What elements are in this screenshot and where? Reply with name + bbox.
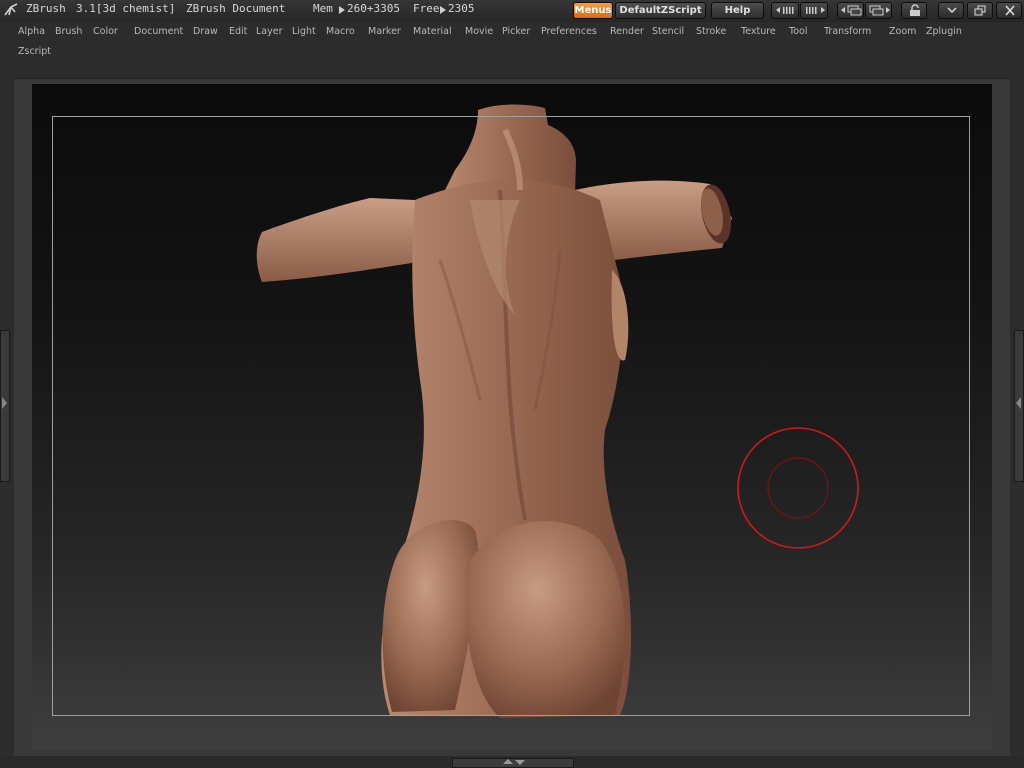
menu-document[interactable]: Document — [134, 26, 183, 37]
menu-stencil[interactable]: Stencil — [652, 26, 684, 37]
main-menu-bar: Alpha Brush Color Document Draw Edit Lay… — [0, 22, 1024, 78]
mem-label: Mem — [313, 2, 333, 15]
menu-marker[interactable]: Marker — [368, 26, 401, 37]
lock-button[interactable] — [901, 2, 927, 19]
left-tray-handle[interactable] — [0, 330, 10, 482]
zbrush-logo-icon — [4, 3, 18, 16]
menu-zplugin[interactable]: Zplugin — [926, 26, 962, 37]
triangle-right-icon — [2, 397, 7, 409]
mem-value: 260+3305 — [347, 2, 400, 15]
menu-draw[interactable]: Draw — [193, 26, 218, 37]
lock-icon — [910, 4, 920, 16]
tray-shrink-icon — [776, 7, 794, 14]
menu-edit[interactable]: Edit — [229, 26, 247, 37]
menu-movie[interactable]: Movie — [465, 26, 493, 37]
menu-material[interactable]: Material — [413, 26, 452, 37]
default-zscript-button[interactable]: DefaultZScript — [615, 2, 706, 19]
menu-color[interactable]: Color — [93, 26, 118, 37]
bottom-tray-handle[interactable] — [452, 758, 574, 768]
maximize-icon — [974, 5, 986, 16]
document-title: ZBrush Document — [186, 2, 286, 15]
triangle-right-icon — [339, 6, 345, 14]
right-tray-handle[interactable] — [1014, 330, 1024, 482]
brush-cursor-icon — [737, 427, 859, 549]
free-label: Free — [413, 2, 440, 15]
title-bar: ZBrush 3.1[3d chemist] ZBrush Document M… — [0, 0, 1024, 22]
triangle-up-icon — [503, 759, 513, 764]
menu-picker[interactable]: Picker — [502, 26, 530, 37]
menu-alpha[interactable]: Alpha — [18, 26, 45, 37]
menu-preferences[interactable]: Preferences — [541, 26, 597, 37]
app-version: 3.1[3d chemist] — [76, 2, 176, 15]
menu-zoom[interactable]: Zoom — [889, 26, 916, 37]
menu-light[interactable]: Light — [292, 26, 316, 37]
minimize-button[interactable] — [938, 2, 964, 19]
minimize-icon — [947, 7, 957, 14]
tray-expand-icon — [806, 7, 825, 14]
menu-texture[interactable]: Texture — [741, 26, 776, 37]
help-button[interactable]: Help — [711, 2, 764, 19]
palette-right-icon — [869, 5, 890, 16]
menus-button[interactable]: Menus — [573, 2, 613, 19]
palette-left-button[interactable] — [837, 2, 864, 19]
palette-right-button[interactable] — [865, 2, 892, 19]
menu-macro[interactable]: Macro — [326, 26, 355, 37]
close-button[interactable] — [996, 2, 1022, 19]
sculpt-model — [256, 104, 732, 718]
menu-tool[interactable]: Tool — [789, 26, 807, 37]
triangle-right-icon — [440, 6, 446, 14]
close-icon — [1005, 5, 1015, 16]
tray-expand-button[interactable] — [800, 2, 828, 19]
menu-stroke[interactable]: Stroke — [696, 26, 726, 37]
palette-left-icon — [841, 5, 862, 16]
app-name: ZBrush — [26, 2, 66, 15]
menu-brush[interactable]: Brush — [55, 26, 82, 37]
maximize-button[interactable] — [967, 2, 993, 19]
free-value: 2305 — [448, 2, 475, 15]
tray-shrink-button[interactable] — [771, 2, 799, 19]
menu-layer[interactable]: Layer — [256, 26, 283, 37]
triangle-left-icon — [1016, 397, 1021, 409]
model-left-arm — [256, 198, 418, 282]
menu-render[interactable]: Render — [610, 26, 644, 37]
menu-zscript[interactable]: Zscript — [18, 46, 51, 57]
menu-transform[interactable]: Transform — [824, 26, 871, 37]
triangle-down-icon — [515, 760, 525, 765]
